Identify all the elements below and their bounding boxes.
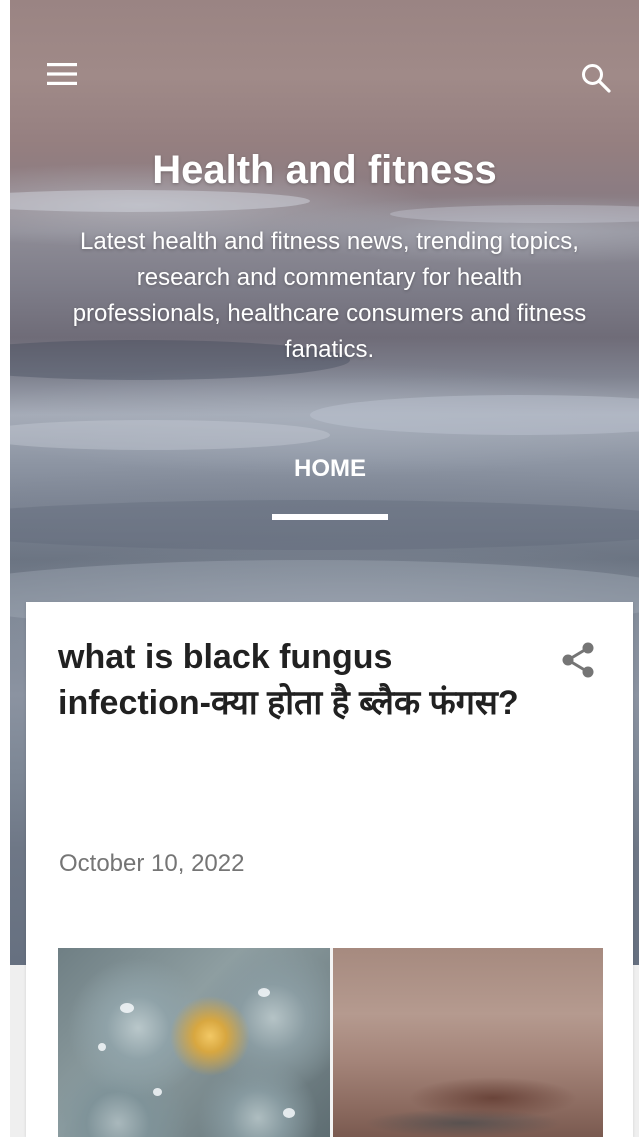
eye-closeup-image bbox=[333, 948, 603, 1137]
search-icon bbox=[582, 64, 611, 93]
mold-speck bbox=[258, 988, 270, 997]
header-background-dune bbox=[10, 500, 639, 550]
mold-speck bbox=[283, 1108, 295, 1118]
post-title[interactable]: what is black fungus infection-क्या होता… bbox=[58, 634, 528, 726]
mold-speck bbox=[98, 1043, 106, 1051]
mold-speck bbox=[120, 1003, 134, 1013]
share-button[interactable] bbox=[556, 638, 600, 682]
post-featured-image[interactable] bbox=[58, 948, 603, 1137]
nav-tab-home[interactable]: HOME bbox=[272, 455, 388, 483]
header-background-dune bbox=[390, 205, 639, 223]
hamburger-menu-button[interactable] bbox=[38, 50, 86, 98]
post-date[interactable]: October 10, 2022 bbox=[59, 850, 244, 878]
mold-petri-dish-image bbox=[58, 948, 330, 1137]
blog-description: Latest health and fitness news, trending… bbox=[72, 228, 587, 363]
header-background-dune bbox=[10, 190, 310, 212]
header-background-dune bbox=[10, 420, 330, 450]
search-button[interactable] bbox=[572, 54, 620, 102]
header-background-dune bbox=[310, 395, 639, 435]
post-card: what is black fungus infection-क्या होता… bbox=[26, 602, 633, 1137]
share-icon bbox=[562, 642, 594, 678]
blog-page: Health and fitness Latest health and fit… bbox=[0, 0, 639, 1137]
nav-active-indicator bbox=[272, 514, 388, 520]
hamburger-menu-icon bbox=[47, 63, 77, 85]
blog-title[interactable]: Health and fitness bbox=[10, 148, 639, 193]
mold-speck bbox=[153, 1088, 162, 1096]
